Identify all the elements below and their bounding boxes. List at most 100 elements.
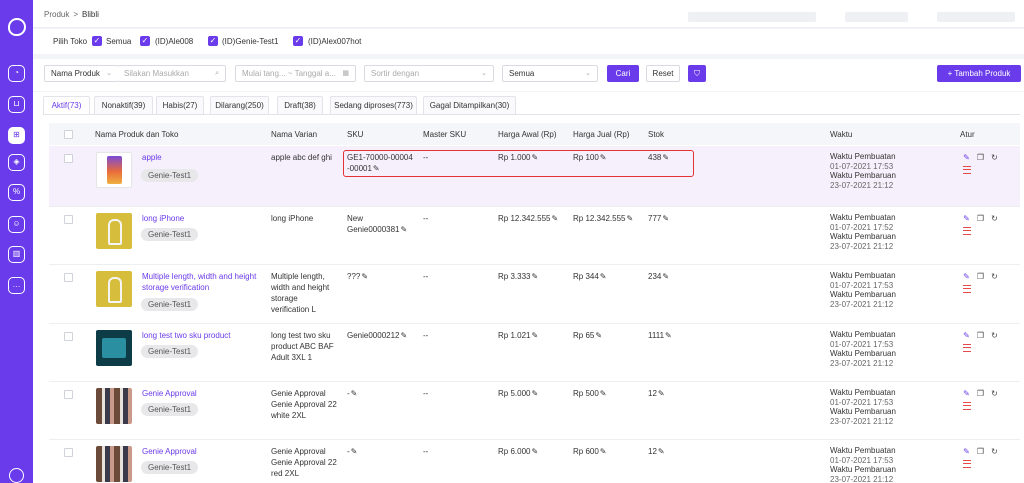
product-image[interactable] bbox=[96, 330, 132, 366]
edit-pencil-icon[interactable]: ✎ bbox=[373, 164, 380, 173]
edit-pencil-icon[interactable]: ✎ bbox=[531, 389, 538, 398]
product-image[interactable] bbox=[96, 152, 132, 188]
edit-pencil-icon[interactable]: ✎ bbox=[531, 447, 538, 456]
edit-pencil-icon[interactable]: ✎ bbox=[600, 389, 607, 398]
copy-icon[interactable]: ❐ bbox=[976, 447, 985, 456]
edit-pencil-icon[interactable]: ✎ bbox=[531, 153, 538, 162]
edit-pencil-icon[interactable]: ✎ bbox=[552, 214, 559, 223]
search-field-select[interactable]: Nama Produk ⌄ bbox=[44, 65, 119, 82]
edit-pencil-icon[interactable]: ✎ bbox=[658, 389, 665, 398]
edit-pencil-icon[interactable]: ✎ bbox=[665, 331, 672, 340]
stock-cell[interactable]: 234✎ bbox=[648, 271, 669, 282]
edit-pencil-icon[interactable]: ✎ bbox=[662, 214, 669, 223]
row-checkbox[interactable] bbox=[64, 332, 73, 341]
support-icon[interactable] bbox=[9, 468, 24, 483]
product-icon[interactable]: ⊞ bbox=[8, 127, 25, 144]
sku-cell[interactable]: ???✎ bbox=[347, 271, 368, 282]
edit-icon[interactable]: ✎ bbox=[962, 153, 971, 162]
copy-icon[interactable]: ❐ bbox=[976, 389, 985, 398]
tab-nonaktif[interactable]: Nonaktif(39) bbox=[94, 96, 153, 115]
price-start-cell[interactable]: Rp 5.000✎ bbox=[498, 388, 538, 399]
edit-pencil-icon[interactable]: ✎ bbox=[595, 331, 602, 340]
search-input[interactable]: Silakan Masukkan ⌕ bbox=[118, 65, 226, 82]
edit-pencil-icon[interactable]: ✎ bbox=[600, 153, 607, 162]
sync-icon[interactable]: ↻ bbox=[990, 214, 999, 223]
row-checkbox[interactable] bbox=[64, 215, 73, 224]
tab-aktif[interactable]: Aktif(73) bbox=[43, 96, 90, 115]
status-select[interactable]: Semua ⌄ bbox=[502, 65, 598, 82]
checkbox-store-ale008[interactable]: ✓ bbox=[140, 36, 150, 46]
checkbox-store-genie-test1[interactable]: ✓ bbox=[208, 36, 218, 46]
edit-pencil-icon[interactable]: ✎ bbox=[600, 272, 607, 281]
edit-pencil-icon[interactable]: ✎ bbox=[662, 153, 669, 162]
price-sell-cell[interactable]: Rp 12.342.555✎ bbox=[573, 213, 633, 224]
checkbox-store-alex007hot[interactable]: ✓ bbox=[293, 36, 303, 46]
delete-icon[interactable] bbox=[963, 227, 971, 235]
copy-icon[interactable]: ❐ bbox=[976, 214, 985, 223]
copy-icon[interactable]: ❐ bbox=[976, 331, 985, 340]
edit-icon[interactable]: ✎ bbox=[962, 214, 971, 223]
delete-icon[interactable] bbox=[963, 402, 971, 410]
edit-pencil-icon[interactable]: ✎ bbox=[627, 214, 634, 223]
reset-button[interactable]: Reset bbox=[646, 65, 680, 82]
edit-pencil-icon[interactable]: ✎ bbox=[658, 447, 665, 456]
price-start-cell[interactable]: Rp 1.021✎ bbox=[498, 330, 538, 341]
edit-icon[interactable]: ✎ bbox=[962, 389, 971, 398]
sync-icon[interactable]: ↻ bbox=[990, 331, 999, 340]
users-icon[interactable]: ☺ bbox=[8, 216, 25, 233]
sku-cell[interactable]: -✎ bbox=[347, 388, 357, 399]
filter-icon[interactable]: ⛉ bbox=[688, 65, 706, 82]
product-image[interactable] bbox=[96, 388, 132, 424]
product-name[interactable]: Genie Approval bbox=[142, 446, 264, 457]
product-name[interactable]: long test two sku product bbox=[142, 330, 264, 341]
tab-draft[interactable]: Draft(38) bbox=[277, 96, 323, 115]
product-name[interactable]: Multiple length, width and height storag… bbox=[142, 271, 264, 293]
row-checkbox[interactable] bbox=[64, 154, 73, 163]
edit-pencil-icon[interactable]: ✎ bbox=[531, 272, 538, 281]
checkbox-all-stores[interactable]: ✓ bbox=[92, 36, 102, 46]
product-image[interactable] bbox=[96, 271, 132, 307]
delete-icon[interactable] bbox=[963, 460, 971, 468]
product-name[interactable]: long iPhone bbox=[142, 213, 264, 224]
add-product-button[interactable]: + Tambah Produk bbox=[937, 65, 1021, 82]
price-sell-cell[interactable]: Rp 100✎ bbox=[573, 152, 607, 163]
sort-select[interactable]: Sortir dengan ⌄ bbox=[364, 65, 494, 82]
breadcrumb-parent[interactable]: Produk bbox=[44, 10, 69, 19]
edit-pencil-icon[interactable]: ✎ bbox=[531, 331, 538, 340]
delete-icon[interactable] bbox=[963, 344, 971, 352]
edit-icon[interactable]: ✎ bbox=[962, 331, 971, 340]
edit-icon[interactable]: ✎ bbox=[962, 447, 971, 456]
discount-icon[interactable]: % bbox=[8, 184, 25, 201]
tab-dilarang[interactable]: Dilarang(250) bbox=[210, 96, 269, 115]
tab-sedang-diproses[interactable]: Sedang diproses(773) bbox=[330, 96, 417, 115]
product-name[interactable]: apple bbox=[142, 152, 264, 163]
sync-icon[interactable]: ↻ bbox=[990, 272, 999, 281]
price-sell-cell[interactable]: Rp 344✎ bbox=[573, 271, 607, 282]
box-icon[interactable]: ◈ bbox=[8, 154, 25, 171]
cart-icon[interactable]: ⊔ bbox=[8, 96, 25, 113]
price-sell-cell[interactable]: Rp 65✎ bbox=[573, 330, 602, 341]
search-button[interactable]: Cari bbox=[607, 65, 639, 82]
edit-icon[interactable]: ✎ bbox=[962, 272, 971, 281]
price-sell-cell[interactable]: Rp 500✎ bbox=[573, 388, 607, 399]
date-range-input[interactable]: Mulai tang... ~ Tanggal a... ▦ bbox=[235, 65, 356, 82]
edit-pencil-icon[interactable]: ✎ bbox=[351, 447, 358, 456]
chart-icon[interactable]: ▥ bbox=[8, 246, 25, 263]
delete-icon[interactable] bbox=[963, 285, 971, 293]
sku-cell[interactable]: New Genie0000381✎ bbox=[347, 213, 415, 235]
stock-cell[interactable]: 777✎ bbox=[648, 213, 669, 224]
price-sell-cell[interactable]: Rp 600✎ bbox=[573, 446, 607, 457]
select-all-checkbox[interactable] bbox=[64, 130, 73, 139]
product-image[interactable] bbox=[96, 446, 132, 482]
product-name[interactable]: Genie Approval bbox=[142, 388, 264, 399]
stock-cell[interactable]: 438✎ bbox=[648, 152, 669, 163]
stock-cell[interactable]: 12✎ bbox=[648, 388, 665, 399]
edit-pencil-icon[interactable]: ✎ bbox=[662, 272, 669, 281]
stock-cell[interactable]: 12✎ bbox=[648, 446, 665, 457]
edit-pencil-icon[interactable]: ✎ bbox=[401, 225, 408, 234]
sync-icon[interactable]: ↻ bbox=[990, 447, 999, 456]
sync-icon[interactable]: ↻ bbox=[990, 153, 999, 162]
edit-pencil-icon[interactable]: ✎ bbox=[351, 389, 358, 398]
product-image[interactable] bbox=[96, 213, 132, 249]
sync-icon[interactable]: ↻ bbox=[990, 389, 999, 398]
